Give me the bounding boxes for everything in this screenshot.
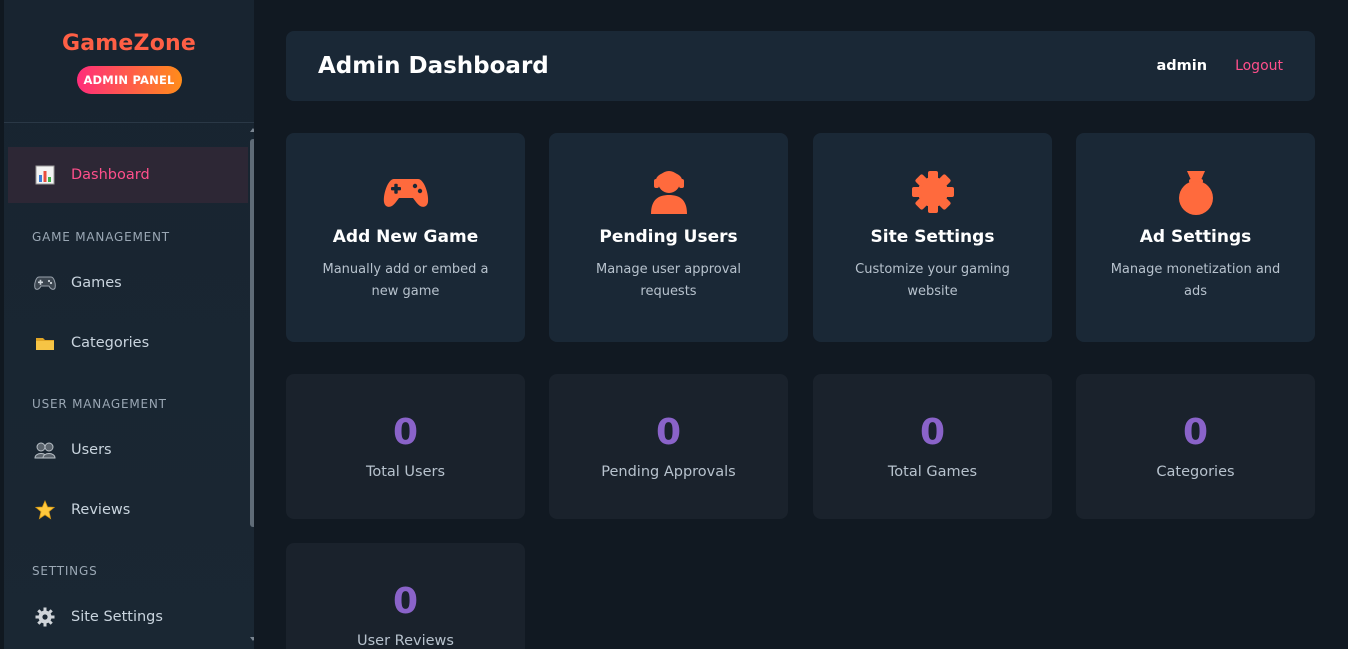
sidebar-item-label: Site Settings (71, 609, 163, 625)
sidebar-item-categories[interactable]: Categories (8, 315, 248, 371)
stat-card-total-users: 0 Total Users (286, 374, 525, 519)
stat-card-user-reviews: 0 User Reviews (286, 543, 525, 649)
stat-card-total-games: 0 Total Games (813, 374, 1052, 519)
sidebar-item-label: Users (71, 442, 112, 458)
stat-value: 0 (1182, 412, 1209, 453)
sidebar-item-site-settings[interactable]: Site Settings (8, 589, 248, 645)
folder-icon (34, 332, 56, 354)
card-description: Manage monetization and ads (1110, 262, 1281, 299)
pending-users-card[interactable]: Pending Users Manage user approval reque… (549, 133, 788, 342)
admin-panel-badge: ADMIN PANEL (76, 66, 182, 94)
stat-card-categories: 0 Categories (1076, 374, 1315, 519)
card-title: Site Settings (870, 227, 995, 247)
stat-value: 0 (655, 412, 682, 453)
sidebar-item-dashboard[interactable]: Dashboard (8, 147, 248, 203)
star-icon (34, 499, 56, 521)
stat-label: Categories (1156, 464, 1235, 480)
ad-settings-card[interactable]: Ad Settings Manage monetization and ads (1076, 133, 1315, 342)
sidebar-scrollbar[interactable] (249, 125, 254, 649)
money-bag-icon (1176, 169, 1216, 215)
scroll-up-arrow-icon[interactable] (250, 128, 254, 132)
stat-value: 0 (392, 412, 419, 453)
brand-logo[interactable]: GameZone (62, 31, 196, 56)
scroll-down-arrow-icon[interactable] (250, 637, 254, 641)
stat-value: 0 (919, 412, 946, 453)
add-new-game-card[interactable]: Add New Game Manually add or embed a new… (286, 133, 525, 342)
card-title: Ad Settings (1139, 227, 1252, 247)
sidebar-item-games[interactable]: Games (8, 255, 248, 311)
top-header: Admin Dashboard admin Logout (286, 31, 1315, 101)
sidebar-item-label: Reviews (71, 502, 131, 518)
card-description: Customize your gaming website (855, 262, 1010, 299)
stat-label: Total Games (887, 464, 978, 480)
sidebar-item-reviews[interactable]: Reviews (8, 482, 248, 538)
stat-value: 0 (392, 581, 419, 622)
card-title: Add New Game (332, 227, 479, 247)
gear-icon (911, 169, 955, 215)
section-label-game-management: GAME MANAGEMENT (32, 230, 170, 244)
card-title: Pending Users (599, 227, 738, 247)
page-title: Admin Dashboard (318, 53, 549, 79)
section-label-user-management: USER MANAGEMENT (32, 397, 167, 411)
brand: GameZone ADMIN PANEL (4, 0, 254, 123)
bar-chart-icon (34, 164, 56, 186)
card-description: Manage user approval requests (595, 262, 741, 299)
gear-icon (34, 606, 56, 628)
gamepad-icon (34, 272, 56, 294)
user-icon (649, 169, 689, 215)
stat-label: User Reviews (357, 633, 454, 649)
sidebar-item-label: Dashboard (71, 167, 150, 183)
sidebar-item-label: Games (71, 275, 122, 291)
gamepad-icon (383, 169, 429, 215)
section-label-settings: SETTINGS (32, 564, 98, 578)
current-user: admin (1156, 58, 1208, 74)
site-settings-card[interactable]: Site Settings Customize your gaming webs… (813, 133, 1052, 342)
scroll-thumb[interactable] (250, 139, 254, 527)
stat-card-pending-approvals: 0 Pending Approvals (549, 374, 788, 519)
logout-link[interactable]: Logout (1235, 58, 1283, 74)
sidebar-item-users[interactable]: Users (8, 422, 248, 478)
card-description: Manually add or embed a new game (322, 262, 489, 299)
sidebar: GameZone ADMIN PANEL Dashboard GAME MANA… (0, 0, 254, 649)
users-icon (34, 439, 56, 461)
stat-label: Total Users (365, 464, 446, 480)
sidebar-item-label: Categories (71, 335, 150, 351)
stat-label: Pending Approvals (601, 464, 736, 480)
